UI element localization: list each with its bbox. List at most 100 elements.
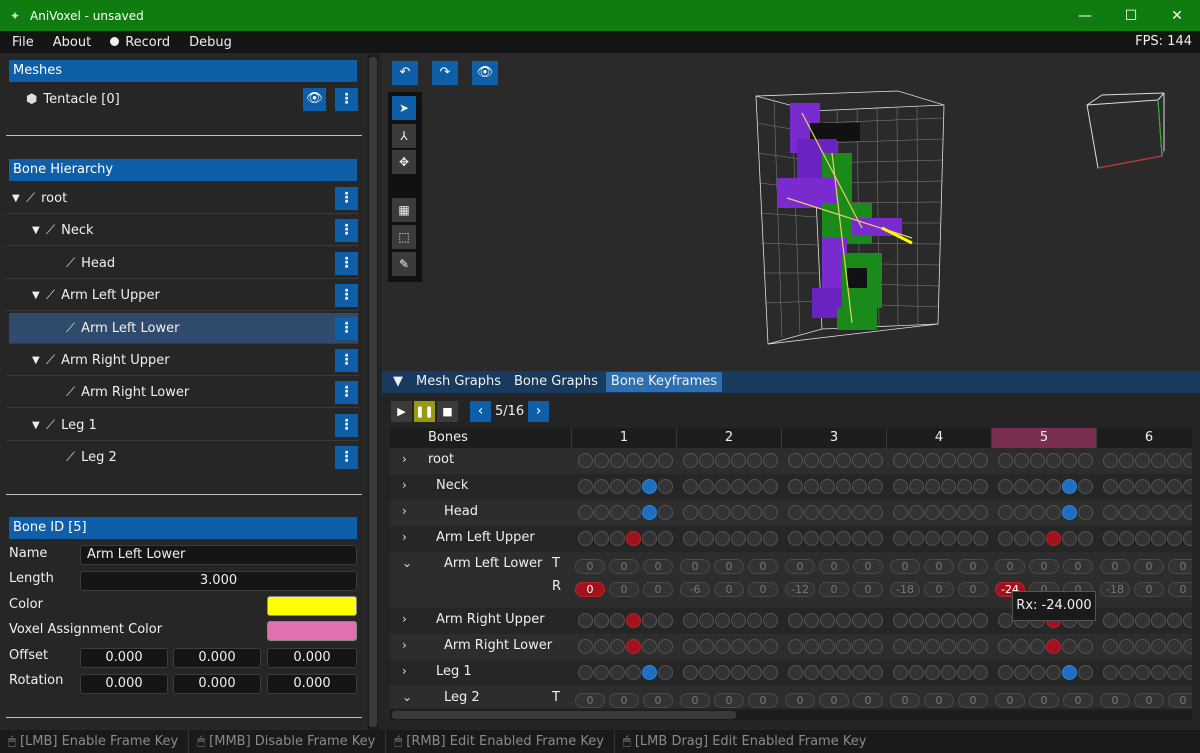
- rotation-x-field[interactable]: 0.000: [80, 674, 168, 694]
- redo-icon[interactable]: ↷: [432, 61, 458, 85]
- keyframe-toggle[interactable]: [957, 479, 972, 494]
- keyframe-toggle[interactable]: [836, 479, 851, 494]
- bone-menu-button[interactable]: ⋮: [335, 219, 358, 242]
- keyframe-toggle[interactable]: [852, 505, 867, 520]
- rotation-z-field[interactable]: 0.000: [267, 674, 357, 694]
- keyframe-toggle[interactable]: [763, 639, 778, 654]
- keyframe-toggle[interactable]: [658, 479, 673, 494]
- keyframe-toggle[interactable]: [836, 453, 851, 468]
- keyframe-toggle[interactable]: [642, 639, 657, 654]
- keyframe-toggle[interactable]: [699, 613, 714, 628]
- keyframe-toggle[interactable]: [998, 505, 1013, 520]
- chevron-right-icon[interactable]: ›: [402, 504, 407, 518]
- keyframe-toggle[interactable]: [699, 453, 714, 468]
- keyframe-toggle[interactable]: [610, 531, 625, 546]
- keyframe-value-t[interactable]: 0: [819, 693, 849, 708]
- keyframe-toggle[interactable]: [658, 453, 673, 468]
- keyframe-toggle[interactable]: [683, 453, 698, 468]
- keyframe-toggle[interactable]: [941, 505, 956, 520]
- keyframe-toggle[interactable]: [820, 639, 835, 654]
- bone-id-header[interactable]: Bone ID [5]: [9, 517, 357, 539]
- keyframe-toggle[interactable]: [747, 531, 762, 546]
- keyframe-value-t[interactable]: 0: [785, 693, 815, 708]
- expand-icon[interactable]: ▼: [32, 355, 46, 366]
- keyframe-toggle[interactable]: [852, 639, 867, 654]
- keyframe-toggle[interactable]: [1014, 453, 1029, 468]
- keyframe-toggle[interactable]: [998, 613, 1013, 628]
- keyframe-value-t[interactable]: 0: [785, 559, 815, 574]
- keyframe-toggle[interactable]: [820, 531, 835, 546]
- keyframe-toggle[interactable]: [763, 665, 778, 680]
- keyframe-toggle[interactable]: [788, 479, 803, 494]
- keyframe-value-r[interactable]: -12: [785, 582, 815, 597]
- keyframe-toggle[interactable]: [626, 613, 641, 628]
- keyframe-value-r[interactable]: -6: [680, 582, 710, 597]
- minimize-button[interactable]: —: [1062, 0, 1108, 31]
- keyframe-toggle[interactable]: [658, 531, 673, 546]
- keyframe-toggle[interactable]: [788, 453, 803, 468]
- keyframe-toggle[interactable]: [1135, 639, 1150, 654]
- keyframe-toggle[interactable]: [747, 505, 762, 520]
- keyframe-toggle[interactable]: [1183, 479, 1192, 494]
- keyframe-toggle[interactable]: [973, 613, 988, 628]
- keyframe-toggle[interactable]: [957, 613, 972, 628]
- keyframe-toggle[interactable]: [715, 505, 730, 520]
- keyframe-toggle[interactable]: [1103, 665, 1118, 680]
- keyframe-toggle[interactable]: [699, 639, 714, 654]
- move-axes-icon[interactable]: ⅄: [392, 124, 416, 148]
- left-scrollbar[interactable]: [368, 55, 378, 730]
- frame-column-header[interactable]: 2: [677, 428, 782, 448]
- keyframe-toggle[interactable]: [1078, 639, 1093, 654]
- keyframe-toggle[interactable]: [1046, 665, 1061, 680]
- magic-wand-icon[interactable]: ✎: [392, 252, 416, 276]
- keyframe-toggle[interactable]: [1183, 665, 1192, 680]
- keyframe-toggle[interactable]: [658, 613, 673, 628]
- keyframe-toggle[interactable]: [578, 453, 593, 468]
- expand-icon[interactable]: ▼: [32, 290, 46, 301]
- keyframe-toggle[interactable]: [941, 531, 956, 546]
- keyframe-toggle[interactable]: [909, 531, 924, 546]
- pause-icon[interactable]: ❚❚: [414, 401, 435, 422]
- chevron-right-icon[interactable]: ›: [402, 664, 407, 678]
- keyframe-toggle[interactable]: [699, 479, 714, 494]
- keyframe-toggle[interactable]: [1151, 613, 1166, 628]
- keyframe-toggle[interactable]: [1030, 639, 1045, 654]
- offset-y-field[interactable]: 0.000: [173, 648, 261, 668]
- keyframe-toggle[interactable]: [973, 505, 988, 520]
- keyframe-toggle[interactable]: [941, 665, 956, 680]
- keyframe-toggle[interactable]: [1062, 665, 1077, 680]
- menu-file[interactable]: File: [0, 35, 41, 50]
- keyframe-toggle[interactable]: [1183, 453, 1192, 468]
- select-cursor-icon[interactable]: ➤: [392, 96, 416, 120]
- keyframe-toggle[interactable]: [1119, 665, 1134, 680]
- keyframe-toggle[interactable]: [804, 665, 819, 680]
- keyframe-toggle[interactable]: [820, 505, 835, 520]
- keyframe-value-t[interactable]: 0: [1063, 693, 1093, 708]
- keyframe-value-r[interactable]: 0: [924, 582, 954, 597]
- keyframe-toggle[interactable]: [909, 613, 924, 628]
- keyframe-value-t[interactable]: 0: [890, 693, 920, 708]
- keyframe-toggle[interactable]: [731, 665, 746, 680]
- keyframe-value-t[interactable]: 0: [643, 559, 673, 574]
- frame-column-header[interactable]: 5: [992, 428, 1097, 448]
- keyframe-value-t[interactable]: 0: [714, 559, 744, 574]
- bone-item-neck[interactable]: ▼ ⟋ Neck ⋮: [6, 215, 358, 246]
- keyframe-toggle[interactable]: [747, 639, 762, 654]
- keyframe-toggle[interactable]: [1103, 531, 1118, 546]
- maximize-button[interactable]: ☐: [1108, 0, 1154, 31]
- keyframe-value-t[interactable]: 0: [1100, 559, 1130, 574]
- keyframe-toggle[interactable]: [1030, 665, 1045, 680]
- keyframe-toggle[interactable]: [1151, 453, 1166, 468]
- mesh-visibility-eye-icon[interactable]: 👁: [303, 88, 326, 111]
- expand-icon[interactable]: ▼: [32, 225, 46, 236]
- keyframe-toggle[interactable]: [1151, 639, 1166, 654]
- mesh-item[interactable]: ⬢ Tentacle [0] 👁 ⋮: [6, 84, 358, 115]
- keyframe-toggle[interactable]: [731, 613, 746, 628]
- keyframe-value-r[interactable]: -18: [890, 582, 920, 597]
- keyframe-toggle[interactable]: [1151, 665, 1166, 680]
- keyframe-toggle[interactable]: [909, 505, 924, 520]
- keyframe-toggle[interactable]: [998, 639, 1013, 654]
- bone-menu-button[interactable]: ⋮: [335, 284, 358, 307]
- keyframe-toggle[interactable]: [1046, 479, 1061, 494]
- mesh-menu-button[interactable]: ⋮: [335, 88, 358, 111]
